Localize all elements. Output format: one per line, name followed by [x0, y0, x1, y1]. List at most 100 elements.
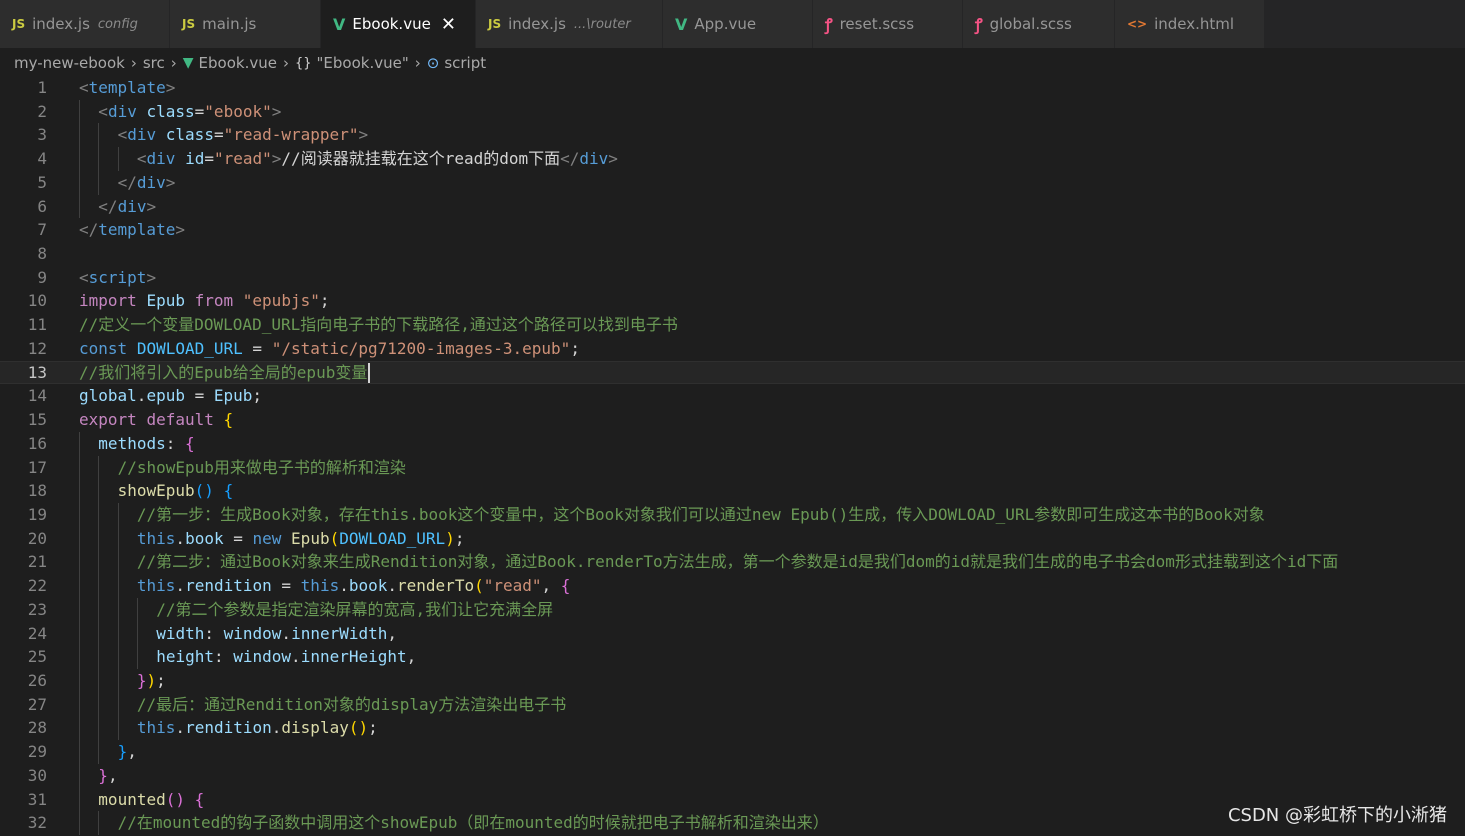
breadcrumb-file[interactable]: Ebook.vue	[199, 54, 277, 72]
code-line[interactable]: 3 <div class="read-wrapper">	[0, 123, 1465, 148]
tab-5[interactable]: ꝭ reset.scss	[813, 0, 963, 48]
code-line[interactable]: 30},	[0, 763, 1465, 788]
tab-7[interactable]: <> index.html	[1115, 0, 1265, 48]
breadcrumb-folder[interactable]: src	[143, 54, 165, 72]
code-token: //showEpub用来做电子书的解析和渲染	[117, 457, 406, 477]
indent-guide	[98, 170, 100, 195]
code-line[interactable]: 21 //第二步：通过Book对象来生成Rendition对象，通过Book.re…	[0, 550, 1465, 575]
code-token: >	[165, 172, 176, 192]
tab-2[interactable]: V Ebook.vue ✕	[321, 0, 476, 48]
code-token: .	[387, 576, 398, 596]
code-text: const DOWLOAD_URL = "/static/pg71200-ima…	[79, 337, 580, 361]
line-number: 17	[27, 457, 47, 477]
code-token: </	[79, 220, 99, 240]
code-line[interactable]: 15 export default {	[0, 408, 1465, 432]
code-token: ,	[387, 623, 398, 643]
code-token: book	[185, 528, 224, 548]
code-line[interactable]: 17 //showEpub用来做电子书的解析和渲染	[0, 455, 1465, 480]
close-icon[interactable]: ✕	[441, 14, 456, 35]
tab-label: index.html	[1154, 15, 1235, 33]
code-text: export default {	[79, 408, 233, 432]
code-token: :	[213, 647, 234, 667]
tab-6[interactable]: ꝭ global.scss	[963, 0, 1115, 48]
tab-3[interactable]: JS index.js ...\router	[476, 0, 663, 48]
tab-4[interactable]: V App.vue	[663, 0, 813, 48]
indent-guide	[79, 740, 80, 764]
indent-guide	[136, 645, 138, 669]
line-number: 20	[27, 528, 47, 548]
code-token: width	[156, 623, 205, 643]
indent-guide	[79, 716, 80, 741]
indent-guide	[117, 669, 119, 693]
code-line[interactable]: 13 //我们将引入的Epub给全局的epub变量	[0, 360, 1465, 385]
indent-guide	[98, 597, 100, 622]
code-line[interactable]: 28 this.rendition.display();	[0, 716, 1465, 741]
indent-guide	[117, 147, 119, 171]
code-line[interactable]: 16 methods: {	[0, 431, 1465, 456]
code-line[interactable]: 10 import Epub from "epubjs";	[0, 289, 1465, 313]
code-token: .	[136, 386, 147, 406]
line-number: 27	[27, 694, 47, 714]
indent-guide	[98, 811, 100, 836]
code-line[interactable]: 11 //定义一个变量DOWLOAD_URL指向电子书的下载路径,通过这个路径可以…	[0, 313, 1465, 337]
code-line[interactable]: 7 </template>	[0, 218, 1465, 242]
tab-1[interactable]: JS main.js	[170, 0, 321, 48]
code-line[interactable]: 20 this.book = new Epub(DOWLOAD_URL);	[0, 526, 1465, 551]
indent-guide	[79, 597, 80, 622]
code-token: rendition	[185, 718, 272, 738]
code-line[interactable]: 8	[0, 242, 1465, 266]
code-line[interactable]: 4 <div id="read">//阅读器就挂载在这个read的dom下面</d…	[0, 147, 1465, 171]
code-line[interactable]: 6 </div>	[0, 194, 1465, 219]
breadcrumb-component[interactable]: "Ebook.vue"	[317, 54, 409, 72]
code-line[interactable]: 26});	[0, 669, 1465, 693]
code-token: {	[560, 576, 571, 596]
code-token: //阅读器就挂载在这个read的dom下面	[281, 149, 561, 169]
code-token: //第二步：通过Book对象来生成Rendition对象，通过Book.rend…	[136, 552, 1339, 572]
code-text: <script>	[79, 266, 156, 290]
code-line[interactable]: 24 width: window.innerWidth,	[0, 621, 1465, 646]
code-line[interactable]: 2 <div class="ebook">	[0, 99, 1465, 124]
code-token: innerHeight	[300, 647, 407, 667]
code-line[interactable]: 25 height: window.innerHeight,	[0, 645, 1465, 669]
line-number: 29	[27, 742, 47, 762]
code-token: //第一步：生成Book对象，存在this.book这个变量中，这个Book对象…	[136, 504, 1265, 524]
code-line[interactable]: 29},	[0, 740, 1465, 764]
code-token: div	[579, 149, 609, 169]
code-token: class	[165, 125, 214, 145]
code-line[interactable]: 19 //第一步：生成Book对象，存在this.book这个变量中，这个Book…	[0, 502, 1465, 527]
code-token: div	[117, 196, 147, 216]
code-token: Epub	[213, 386, 253, 406]
code-token: <	[136, 149, 147, 169]
vue-file-icon: V	[333, 14, 346, 34]
code-editor[interactable]: 1 <template> 2 <div class="ebook"> 3 <div cla…	[0, 76, 1465, 836]
line-number: 32	[27, 813, 47, 833]
code-line[interactable]: 27 //最后：通过Rendition对象的display方法渲染出电子书	[0, 692, 1465, 717]
breadcrumb-section[interactable]: script	[444, 54, 486, 72]
line-number: 24	[27, 623, 47, 643]
symbol-icon: ⊙	[426, 54, 440, 72]
code-text: height: window.innerHeight,	[156, 645, 416, 669]
code-line[interactable]: 23 //第二个参数是指定渲染屏幕的宽高,我们让它充满全屏	[0, 597, 1465, 622]
code-text: <div class="read-wrapper">	[118, 123, 369, 147]
code-token: </	[117, 172, 137, 192]
code-line[interactable]: 9 <script>	[0, 266, 1465, 290]
code-token: ,	[107, 765, 118, 785]
code-token: .	[281, 623, 292, 643]
code-line[interactable]: 12 const DOWLOAD_URL = "/static/pg71200-i…	[0, 337, 1465, 361]
scss-file-icon: ꝭ	[825, 15, 833, 34]
code-line[interactable]: 18 showEpub() {	[0, 479, 1465, 503]
line-number: 25	[27, 647, 47, 667]
code-token: renderTo	[397, 576, 475, 596]
code-line[interactable]: 14 global.epub = Epub;	[0, 384, 1465, 408]
code-line[interactable]: 22 this.rendition = this.book.renderTo("r…	[0, 574, 1465, 598]
tab-0[interactable]: JS index.js config	[0, 0, 170, 48]
code-text: },	[118, 740, 137, 764]
code-line[interactable]: 1 <template>	[0, 76, 1465, 100]
code-line[interactable]: 5 </div>	[0, 170, 1465, 195]
breadcrumb-project[interactable]: my-new-ebook	[14, 54, 125, 72]
vue-file-icon: V	[675, 14, 688, 34]
code-token: {	[223, 481, 234, 501]
